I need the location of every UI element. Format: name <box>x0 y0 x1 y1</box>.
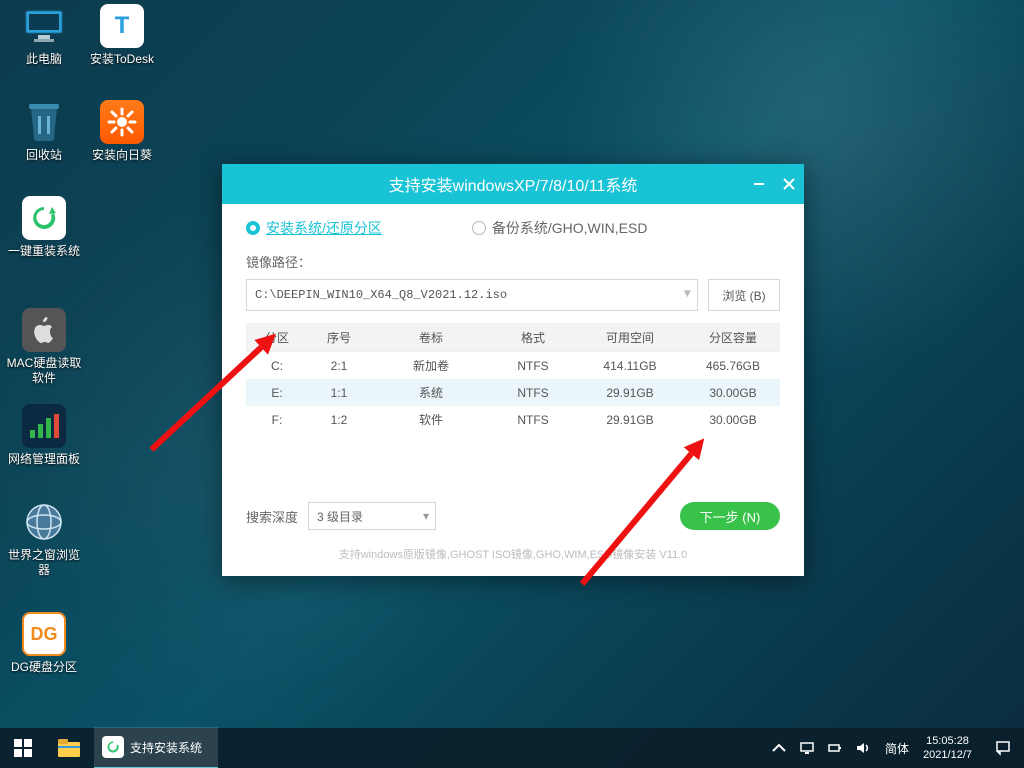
todesk-icon: T <box>100 4 144 48</box>
col-free: 可用空间 <box>574 323 686 352</box>
action-center-button[interactable] <box>982 728 1024 768</box>
desktop-icon-label: 网络管理面板 <box>6 452 82 467</box>
apple-icon <box>22 308 66 352</box>
radio-backup[interactable]: 备份系统/GHO,WIN,ESD <box>472 218 648 238</box>
desktop-icon-sunflower[interactable]: 安装向日葵 <box>84 100 160 163</box>
chevron-down-icon: ▾ <box>423 509 429 523</box>
search-depth-label: 搜索深度 <box>246 507 298 526</box>
battery-tray-icon[interactable] <box>821 728 849 768</box>
window-title: 支持安装windowsXP/7/8/10/11系统 <box>389 172 638 196</box>
desktop-icon-label: 此电脑 <box>6 52 82 67</box>
reinstall-icon <box>22 196 66 240</box>
desktop-icon-label: 安装ToDesk <box>84 52 160 67</box>
radio-label: 备份系统/GHO,WIN,ESD <box>492 218 648 238</box>
globe-icon <box>22 500 66 544</box>
desktop-icon-label: MAC硬盘读取软件 <box>6 356 82 386</box>
desktop-icon-label: DG硬盘分区 <box>6 660 82 675</box>
app-icon <box>102 736 124 758</box>
desktop-icon-network-panel[interactable]: 网络管理面板 <box>6 404 82 467</box>
image-path-value: C:\DEEPIN_WIN10_X64_Q8_V2021.12.iso <box>255 288 507 302</box>
search-depth-select[interactable]: 3 级目录 ▾ <box>308 502 436 530</box>
radio-label: 安装系统/还原分区 <box>266 218 382 238</box>
desktop-icon-label: 安装向日葵 <box>84 148 160 163</box>
taskbar-app-installer[interactable]: 支持安装系统 <box>94 727 218 768</box>
radio-off-icon <box>472 221 486 235</box>
volume-tray-icon[interactable] <box>849 728 877 768</box>
desktop-icon-mac-reader[interactable]: MAC硬盘读取软件 <box>6 308 82 386</box>
desktop-icon-world-browser[interactable]: 世界之窗浏览器 <box>6 500 82 578</box>
partition-table: 分区 序号 卷标 格式 可用空间 分区容量 C:2:1新加卷NTFS414.11… <box>246 323 780 433</box>
sunflower-icon <box>100 100 144 144</box>
file-explorer-button[interactable] <box>46 728 92 768</box>
pc-icon <box>22 4 66 48</box>
next-button[interactable]: 下一步 (N) <box>680 502 780 530</box>
desktop-icon-dg-partition[interactable]: DG DG硬盘分区 <box>6 612 82 675</box>
minimize-button[interactable] <box>744 164 774 204</box>
desktop-icon-label: 世界之窗浏览器 <box>6 548 82 578</box>
dg-icon: DG <box>22 612 66 656</box>
clock-date: 2021/12/7 <box>923 748 972 762</box>
taskbar-app-label: 支持安装系统 <box>130 739 202 756</box>
titlebar[interactable]: 支持安装windowsXP/7/8/10/11系统 <box>222 164 804 204</box>
desktop-icon-todesk[interactable]: T 安装ToDesk <box>84 4 160 67</box>
tray-icon[interactable] <box>765 728 793 768</box>
desktop-icon-label: 一键重装系统 <box>6 244 82 259</box>
table-row[interactable]: F:1:2软件NTFS29.91GB30.00GB <box>246 406 780 433</box>
start-button[interactable] <box>0 728 46 768</box>
col-volume: 卷标 <box>370 323 492 352</box>
network-panel-icon <box>22 404 66 448</box>
desktop-icon-recycle-bin[interactable]: 回收站 <box>6 100 82 163</box>
clock[interactable]: 15:05:28 2021/12/7 <box>917 734 982 762</box>
col-capacity: 分区容量 <box>686 323 780 352</box>
desktop-icon-reinstall[interactable]: 一键重装系统 <box>6 196 82 259</box>
chevron-down-icon: ▼ <box>684 287 691 301</box>
radio-install-restore[interactable]: 安装系统/还原分区 <box>246 218 382 238</box>
clock-time: 15:05:28 <box>923 734 972 748</box>
desktop-icon-this-pc[interactable]: 此电脑 <box>6 4 82 67</box>
taskbar: 支持安装系统 简体 15:05:28 2021/12/7 <box>0 728 1024 768</box>
network-tray-icon[interactable] <box>793 728 821 768</box>
close-button[interactable] <box>774 164 804 204</box>
search-depth-value: 3 级目录 <box>317 508 363 525</box>
footer-text: 支持windows原版镜像,GHOST ISO镜像,GHO,WIM,ESD镜像安… <box>222 546 804 562</box>
desktop-icon-label: 回收站 <box>6 148 82 163</box>
radio-on-icon <box>246 221 260 235</box>
browse-button[interactable]: 浏览 (B) <box>708 279 780 311</box>
col-index: 序号 <box>308 323 370 352</box>
table-row[interactable]: C:2:1新加卷NTFS414.11GB465.76GB <box>246 352 780 380</box>
col-format: 格式 <box>492 323 574 352</box>
image-path-label: 镜像路径： <box>246 252 780 271</box>
ime-indicator[interactable]: 简体 <box>877 728 917 768</box>
recycle-bin-icon <box>22 100 66 144</box>
image-path-dropdown[interactable]: C:\DEEPIN_WIN10_X64_Q8_V2021.12.iso ▼ <box>246 279 698 311</box>
installer-window: 支持安装windowsXP/7/8/10/11系统 安装系统/还原分区 备份系统… <box>222 164 804 576</box>
table-row[interactable]: E:1:1系统NTFS29.91GB30.00GB <box>246 379 780 406</box>
